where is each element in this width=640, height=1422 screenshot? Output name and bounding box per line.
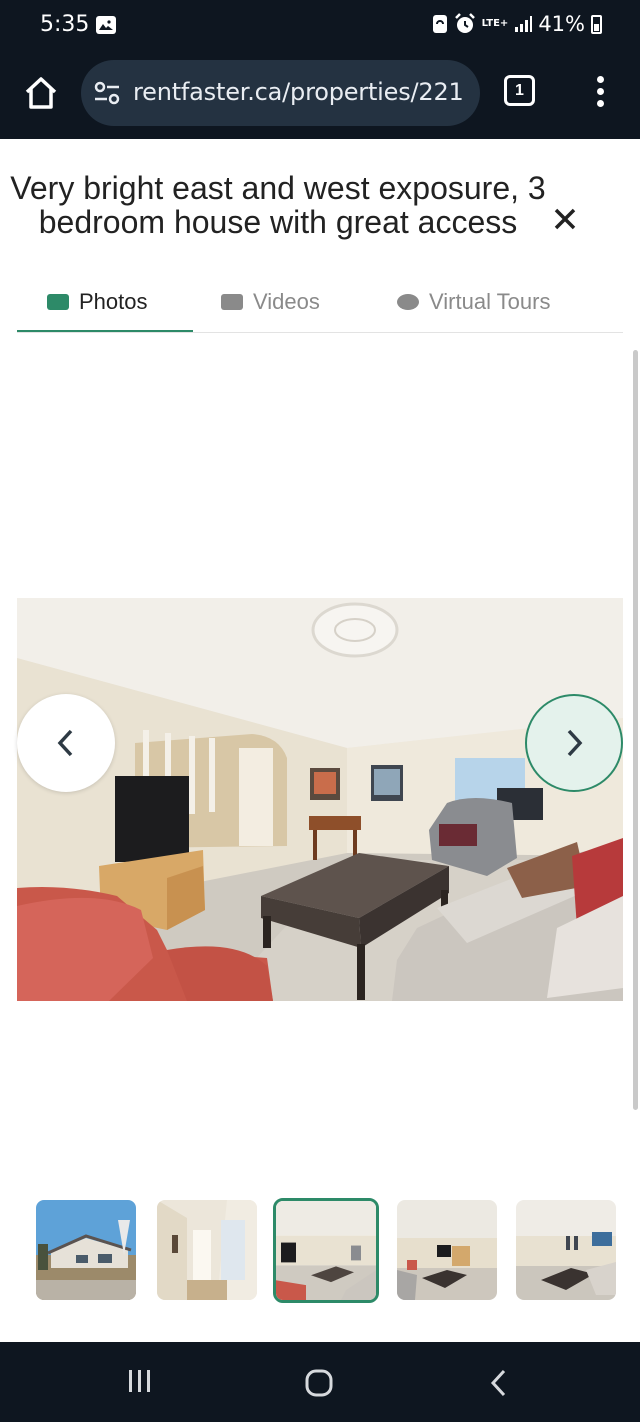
menu-dot bbox=[596, 88, 604, 95]
browser-menu-button[interactable] bbox=[590, 76, 610, 112]
system-back-button[interactable] bbox=[488, 1368, 510, 1403]
tab-photos[interactable]: Photos bbox=[17, 283, 193, 332]
home-button[interactable] bbox=[22, 74, 60, 112]
signal-icon bbox=[515, 16, 533, 32]
address-bar[interactable]: rentfaster.ca/properties/221 bbox=[81, 60, 480, 126]
scrollbar[interactable] bbox=[633, 350, 638, 1110]
thumbnail-house-exterior[interactable] bbox=[36, 1200, 136, 1300]
thumbnail-hallway[interactable] bbox=[157, 1200, 257, 1300]
next-photo-button[interactable] bbox=[525, 694, 623, 792]
menu-dot bbox=[596, 76, 604, 83]
sync-icon bbox=[432, 15, 447, 33]
close-button[interactable] bbox=[548, 202, 582, 236]
thumbnail-strip bbox=[0, 1198, 640, 1303]
status-indicators: LTE+ 41% bbox=[432, 12, 602, 36]
recent-apps-icon bbox=[129, 1370, 150, 1392]
previous-photo-button[interactable] bbox=[17, 694, 115, 792]
tab-videos[interactable]: Videos bbox=[217, 283, 387, 332]
url-text: rentfaster.ca/properties/221 bbox=[133, 78, 464, 106]
system-navigation-bar bbox=[0, 1342, 640, 1422]
close-icon bbox=[554, 208, 576, 230]
home-icon bbox=[25, 77, 57, 109]
alarm-icon bbox=[454, 13, 475, 33]
chevron-right-icon bbox=[567, 729, 583, 757]
recent-apps-button[interactable] bbox=[126, 1368, 154, 1399]
network-label: LTE+ bbox=[481, 18, 509, 29]
thumbnail-living-room[interactable] bbox=[273, 1198, 379, 1303]
media-tabs: Photos Videos Virtual Tours bbox=[17, 283, 623, 333]
menu-dot bbox=[596, 100, 604, 107]
tab-switcher-button[interactable]: 1 bbox=[504, 75, 535, 106]
home-circle-icon bbox=[305, 1369, 333, 1397]
back-icon bbox=[490, 1369, 506, 1397]
gallery-photo bbox=[17, 598, 623, 1001]
thumbnail-living-room-wide[interactable] bbox=[516, 1200, 616, 1300]
status-bar: 5:35 LTE+ 41% bbox=[0, 0, 640, 52]
video-icon bbox=[221, 294, 243, 310]
vr-icon bbox=[397, 294, 419, 310]
thumbnail-living-room-alt[interactable] bbox=[397, 1200, 497, 1300]
battery-percent: 41% bbox=[538, 12, 585, 36]
system-home-button[interactable] bbox=[304, 1368, 334, 1403]
status-time: 5:35 bbox=[40, 12, 90, 37]
site-settings-icon[interactable] bbox=[93, 80, 121, 106]
chevron-left-icon bbox=[57, 729, 73, 757]
tab-virtual-tours[interactable]: Virtual Tours bbox=[397, 283, 623, 332]
photo-icon bbox=[47, 294, 69, 310]
tab-label: Photos bbox=[79, 289, 148, 314]
browser-toolbar: rentfaster.ca/properties/221 1 bbox=[0, 52, 640, 139]
battery-icon bbox=[591, 14, 602, 34]
tab-label: Videos bbox=[253, 289, 320, 314]
tab-label: Virtual Tours bbox=[429, 289, 551, 314]
gallery-icon bbox=[96, 16, 116, 34]
active-tab-indicator bbox=[17, 330, 193, 332]
listing-title: Very bright east and west exposure, 3 be… bbox=[10, 170, 546, 240]
